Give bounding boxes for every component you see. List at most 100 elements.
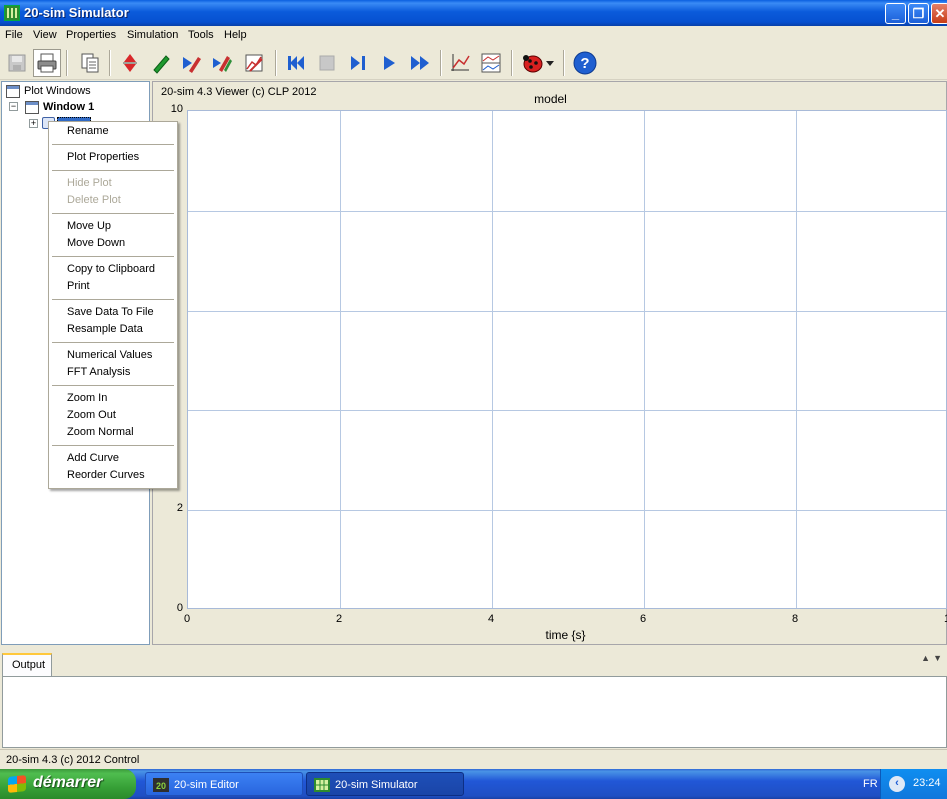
task-label: 20-sim Editor xyxy=(174,779,239,791)
debug-icon xyxy=(523,55,554,73)
collapse-window-icon[interactable]: − xyxy=(9,102,18,111)
step-icon xyxy=(351,56,365,70)
menu-separator xyxy=(52,342,174,343)
menu-bar: File View Properties Simulation Tools He… xyxy=(0,26,947,46)
menu-item-save-data-to-file[interactable]: Save Data To File xyxy=(67,306,154,318)
rewind-button[interactable] xyxy=(282,49,310,77)
task-20sim-simulator[interactable]: 20-sim Simulator xyxy=(306,772,464,796)
menu-item-hide-plot: Hide Plot xyxy=(67,177,112,189)
menu-separator xyxy=(52,144,174,145)
menu-item-rename[interactable]: Rename xyxy=(67,125,109,137)
menu-item-zoom-in[interactable]: Zoom In xyxy=(67,392,107,404)
tree-root[interactable]: Plot Windows xyxy=(6,83,91,99)
copy-icon xyxy=(81,53,99,73)
expand-plot-icon[interactable]: + xyxy=(29,119,38,128)
minimize-button[interactable]: _ xyxy=(885,3,906,24)
run-edit-icon xyxy=(183,57,201,73)
windows-logo-icon xyxy=(8,775,26,793)
output-area[interactable] xyxy=(2,676,947,748)
menu-item-fft-analysis[interactable]: FFT Analysis xyxy=(67,366,130,378)
menu-file[interactable]: File xyxy=(5,29,23,41)
panel-arrows-icon[interactable]: ▲▼ xyxy=(921,653,945,663)
menu-item-copy-to-clipboard[interactable]: Copy to Clipboard xyxy=(67,263,155,275)
menu-help[interactable]: Help xyxy=(224,29,247,41)
status-text: 20-sim 4.3 (c) 2012 Control xyxy=(6,754,140,766)
stop-icon xyxy=(319,55,335,71)
start-button[interactable]: démarrer xyxy=(0,769,136,799)
grid-line-vertical xyxy=(492,111,493,608)
system-tray: ‹ 23:24 xyxy=(880,769,947,799)
language-indicator[interactable]: FR xyxy=(863,778,878,790)
grid-line-horizontal xyxy=(188,410,946,412)
close-button[interactable]: ✕ xyxy=(931,3,947,24)
menu-item-move-down[interactable]: Move Down xyxy=(67,237,125,249)
tab-output[interactable]: Output xyxy=(2,653,52,676)
menu-item-zoom-out[interactable]: Zoom Out xyxy=(67,409,116,421)
plot-layout-button[interactable] xyxy=(477,49,505,77)
menu-separator xyxy=(52,170,174,171)
multiple-run-button[interactable] xyxy=(209,49,237,77)
grid-line-horizontal xyxy=(188,310,946,312)
plot-properties-icon xyxy=(245,54,263,72)
continue-button[interactable] xyxy=(406,49,434,77)
grid-line-vertical xyxy=(644,111,645,608)
menu-view[interactable]: View xyxy=(33,29,57,41)
plot-properties-button[interactable] xyxy=(240,49,268,77)
menu-item-numerical-values[interactable]: Numerical Values xyxy=(67,349,152,361)
show-hidden-icons-icon[interactable]: ‹ xyxy=(889,776,905,792)
grid-line-vertical xyxy=(340,111,341,608)
print-button[interactable] xyxy=(33,49,61,77)
menu-properties[interactable]: Properties xyxy=(66,29,116,41)
plot-grid[interactable] xyxy=(187,110,947,609)
x-tick-label: 2 xyxy=(336,613,343,625)
multiple-run-icon xyxy=(213,56,232,72)
print-icon xyxy=(37,53,57,73)
menu-item-zoom-normal[interactable]: Zoom Normal xyxy=(67,426,134,438)
x-axis-label: time {s} xyxy=(545,628,586,642)
debug-button[interactable] xyxy=(518,49,558,77)
menu-item-resample-data[interactable]: Resample Data xyxy=(67,323,143,335)
menu-separator xyxy=(52,385,174,386)
output-tabstrip: Output ▲▼ xyxy=(0,648,947,676)
task-label: 20-sim Simulator xyxy=(335,779,418,791)
run-button[interactable] xyxy=(375,49,403,77)
restore-button[interactable]: ❐ xyxy=(908,3,929,24)
title-bar: 20-sim Simulator _ ❐ ✕ xyxy=(0,0,947,26)
menu-tools[interactable]: Tools xyxy=(188,29,214,41)
stop-button[interactable] xyxy=(313,49,341,77)
menu-item-delete-plot: Delete Plot xyxy=(67,194,121,206)
taskbar: démarrer 20 20-sim Editor 20-sim Simulat… xyxy=(0,769,947,799)
step-button[interactable] xyxy=(344,49,372,77)
x-tick-label: 8 xyxy=(792,613,799,625)
menu-item-plot-properties[interactable]: Plot Properties xyxy=(67,151,139,163)
menu-item-move-up[interactable]: Move Up xyxy=(67,220,111,232)
y-tick-label: 0 xyxy=(176,602,183,614)
copy-button[interactable] xyxy=(76,49,104,77)
help-button[interactable]: ? xyxy=(571,49,599,77)
grid-line-horizontal xyxy=(188,210,946,212)
y-tick-label: 2 xyxy=(176,502,183,515)
save-button[interactable] xyxy=(3,49,31,77)
run-edit-button[interactable] xyxy=(178,49,206,77)
continue-icon xyxy=(411,56,429,70)
plot-layout-icon xyxy=(481,53,501,73)
menu-item-print[interactable]: Print xyxy=(67,280,90,292)
status-bar: 20-sim 4.3 (c) 2012 Control xyxy=(0,749,947,769)
edit-button[interactable] xyxy=(147,49,175,77)
grid-line-vertical xyxy=(796,111,797,608)
menu-separator xyxy=(52,445,174,446)
plot-context-menu: Rename Plot Properties Hide Plot Delete Plo… xyxy=(48,121,178,489)
window-icon xyxy=(25,100,39,114)
plot-title: model xyxy=(534,92,567,106)
tree-root-label: Plot Windows xyxy=(24,85,91,97)
parameters-button[interactable] xyxy=(116,49,144,77)
plot-windows-icon xyxy=(6,84,20,98)
menu-simulation[interactable]: Simulation xyxy=(127,29,178,41)
tree-window-1[interactable]: Window 1 xyxy=(25,99,94,115)
run-icon xyxy=(384,56,395,70)
menu-item-reorder-curves[interactable]: Reorder Curves xyxy=(67,469,145,481)
menu-item-add-curve[interactable]: Add Curve xyxy=(67,452,119,464)
plot-button[interactable] xyxy=(446,49,474,77)
menu-separator xyxy=(52,213,174,214)
task-20sim-editor[interactable]: 20 20-sim Editor xyxy=(145,772,303,796)
